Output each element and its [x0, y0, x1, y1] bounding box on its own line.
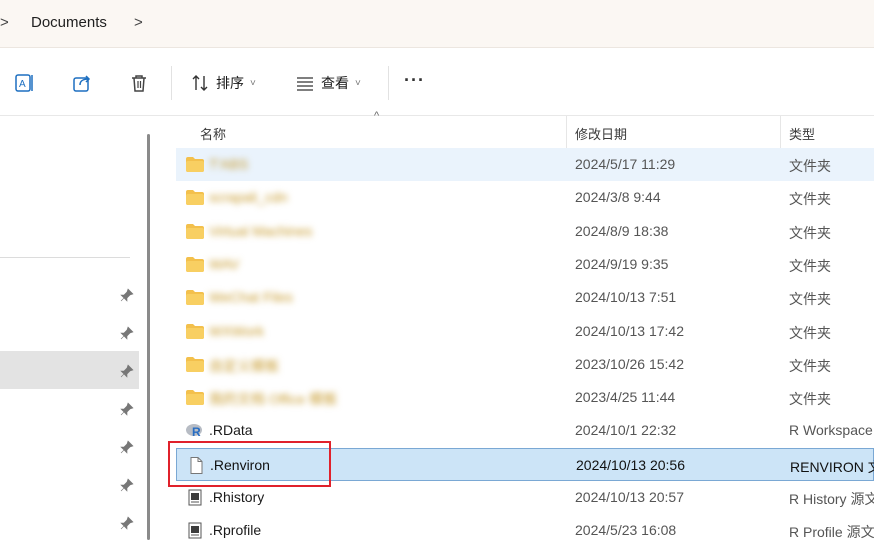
file-modified-date: 2024/10/13 20:57: [575, 489, 684, 505]
file-name[interactable]: 自定义模板: [209, 356, 279, 376]
breadcrumb-chevron-right[interactable]: >: [134, 14, 143, 31]
file-type: RENVIRON 文件: [790, 458, 874, 475]
pin-icon[interactable]: [120, 516, 134, 530]
folder-icon: [186, 323, 204, 339]
file-row[interactable]: WXWork 2024/10/13 17:42 文件夹: [176, 315, 874, 348]
file-name[interactable]: WXWork: [209, 323, 264, 339]
file-modified-date: 2024/9/19 9:35: [575, 255, 669, 272]
svg-text:R: R: [192, 425, 201, 439]
nav-divider: [0, 257, 130, 258]
command-bar: A 排序 ˅ 查看 ˅ ···: [0, 48, 874, 116]
more-options-button[interactable]: ···: [404, 70, 425, 91]
file-name[interactable]: .Rprofile: [209, 522, 261, 538]
file-type: 文件夹: [789, 357, 831, 374]
file-modified-date: 2023/4/25 11:44: [575, 389, 676, 406]
file-row[interactable]: 自定义模板 2023/10/26 15:42 文件夹: [176, 348, 874, 381]
r-source-icon: [188, 522, 202, 539]
file-type: 文件夹: [789, 224, 831, 241]
file-modified-date: 2024/10/13 17:42: [575, 322, 684, 339]
sort-icon: [192, 75, 208, 91]
file-name[interactable]: Virtual Machines: [209, 223, 312, 239]
breadcrumb-chevron-left[interactable]: >: [0, 14, 9, 31]
file-name[interactable]: T'ABS: [209, 156, 248, 172]
pin-icon[interactable]: [120, 326, 134, 340]
rename-icon[interactable]: A: [14, 72, 36, 94]
sort-ascending-icon: ^: [374, 110, 380, 122]
column-divider[interactable]: [780, 116, 781, 148]
sort-label: 排序: [216, 75, 244, 91]
file-name[interactable]: scrapali_cdn: [209, 189, 288, 205]
folder-icon: [186, 290, 204, 306]
column-header-name[interactable]: 名称: [200, 124, 226, 143]
view-list-icon: [297, 77, 313, 91]
folder-icon: [186, 256, 204, 272]
sort-button[interactable]: 排序 ˅: [190, 72, 256, 94]
nav-item-selected[interactable]: [0, 351, 139, 389]
file-type: 文件夹: [789, 257, 831, 274]
column-header-type[interactable]: 类型: [789, 124, 815, 143]
file-type: 文件夹: [789, 291, 831, 308]
folder-icon: [186, 390, 204, 406]
nav-scrollbar[interactable]: [147, 134, 150, 540]
folder-icon: [186, 190, 204, 206]
file-name[interactable]: WAV: [209, 256, 239, 272]
address-bar[interactable]: > Documents >: [0, 0, 874, 48]
file-row[interactable]: 我的文档 Office 模板 2023/4/25 11:44 文件夹: [176, 381, 874, 414]
file-row[interactable]: scrapali_cdn 2024/3/8 9:44 文件夹: [176, 181, 874, 214]
folder-icon: [186, 356, 204, 372]
column-divider[interactable]: [566, 116, 567, 148]
annotation-highlight-box: [168, 441, 331, 487]
file-type: 文件夹: [789, 324, 831, 341]
file-modified-date: 2024/10/13 20:56: [576, 456, 685, 473]
toolbar-divider: [171, 66, 172, 100]
pin-icon[interactable]: [120, 402, 134, 416]
file-type: R Workspace: [789, 422, 873, 439]
svg-text:A: A: [19, 79, 26, 90]
navigation-pane[interactable]: [0, 116, 150, 540]
folder-icon: [186, 157, 204, 172]
file-row[interactable]: WeChat Files 2024/10/13 7:51 文件夹: [176, 281, 874, 314]
file-row[interactable]: .Rprofile 2024/5/23 16:08 R Profile 源文件: [176, 514, 874, 540]
file-type: R Profile 源文件: [789, 524, 874, 540]
toolbar-divider: [388, 66, 389, 100]
file-name[interactable]: 我的文档 Office 模板: [209, 389, 337, 409]
file-name[interactable]: WeChat Files: [209, 289, 293, 305]
share-icon[interactable]: [71, 72, 93, 94]
breadcrumb-documents[interactable]: Documents: [31, 14, 107, 31]
file-modified-date: 2024/10/1 22:32: [575, 422, 677, 439]
r-source-icon: [188, 489, 202, 506]
pin-icon[interactable]: [120, 364, 134, 378]
file-row[interactable]: WAV 2024/9/19 9:35 文件夹: [176, 248, 874, 281]
sort-chevron-down-icon: ˅: [250, 77, 256, 89]
view-chevron-down-icon: ˅: [355, 77, 361, 89]
file-modified-date: 2024/5/23 16:08: [575, 522, 677, 539]
column-header-modified[interactable]: 修改日期: [575, 124, 627, 143]
delete-icon[interactable]: [128, 72, 150, 94]
r-workspace-icon: R: [186, 424, 202, 439]
pin-icon[interactable]: [120, 440, 134, 454]
file-modified-date: 2024/5/17 11:29: [575, 156, 676, 172]
file-row[interactable]: Virtual Machines 2024/8/9 18:38 文件夹: [176, 215, 874, 248]
file-row[interactable]: T'ABS 2024/5/17 11:29 文件夹: [176, 148, 874, 181]
file-modified-date: 2024/3/8 9:44: [575, 189, 661, 206]
pin-icon[interactable]: [120, 478, 134, 492]
file-type: 文件夹: [789, 191, 831, 208]
pin-icon[interactable]: [120, 288, 134, 302]
file-modified-date: 2024/10/13 7:51: [575, 289, 677, 306]
file-name[interactable]: .Rhistory: [209, 489, 264, 505]
file-type: 文件夹: [789, 391, 831, 408]
file-type: R History 源文件: [789, 491, 874, 507]
view-label: 查看: [321, 75, 349, 91]
view-button[interactable]: 查看 ˅: [295, 72, 361, 94]
file-modified-date: 2023/10/26 15:42: [575, 355, 684, 372]
folder-icon: [186, 223, 204, 239]
file-name[interactable]: .RData: [209, 422, 253, 438]
column-header-row: ^ 名称 修改日期 类型: [160, 110, 874, 148]
file-type: 文件夹: [789, 158, 831, 174]
file-modified-date: 2024/8/9 18:38: [575, 222, 669, 239]
